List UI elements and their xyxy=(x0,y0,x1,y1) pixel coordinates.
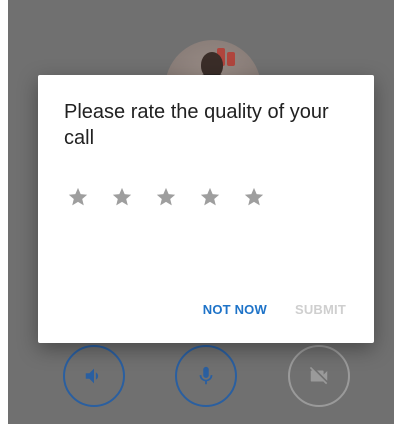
star-3[interactable] xyxy=(150,181,181,212)
star-2[interactable] xyxy=(106,181,137,212)
dialog-actions: NOT NOW SUBMIT xyxy=(203,302,346,317)
star-icon xyxy=(68,187,87,205)
star-icon xyxy=(200,187,219,205)
star-icon xyxy=(112,187,131,205)
rate-call-dialog: Please rate the quality of your call NOT… xyxy=(38,75,374,343)
video-off-icon xyxy=(309,366,328,385)
microphone-icon xyxy=(199,366,213,385)
star-icon xyxy=(244,187,263,205)
avatar-decoration xyxy=(227,52,235,66)
star-1[interactable] xyxy=(62,181,93,212)
submit-button[interactable]: SUBMIT xyxy=(295,302,346,317)
dialog-title: Please rate the quality of your call xyxy=(64,101,329,149)
star-rating xyxy=(62,181,269,212)
star-5[interactable] xyxy=(238,181,269,212)
star-4[interactable] xyxy=(194,181,225,212)
speaker-icon xyxy=(85,368,99,384)
mute-button[interactable] xyxy=(175,345,237,407)
speaker-button[interactable] xyxy=(63,345,125,407)
star-icon xyxy=(156,187,175,205)
video-button[interactable] xyxy=(288,345,350,407)
not-now-button[interactable]: NOT NOW xyxy=(203,302,267,317)
